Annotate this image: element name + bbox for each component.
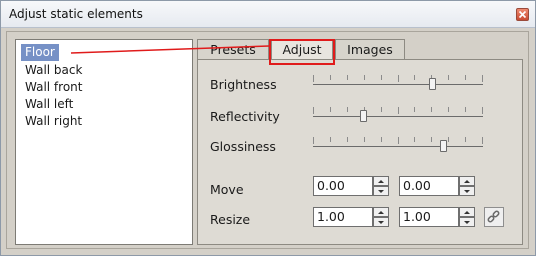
slider-tick bbox=[482, 107, 483, 114]
resize-label: Resize bbox=[210, 212, 251, 227]
resize-x-spinbox[interactable]: 1.00 bbox=[313, 207, 389, 227]
reflectivity-slider[interactable] bbox=[313, 107, 483, 127]
glossiness-slider[interactable] bbox=[313, 137, 483, 157]
slider-tick bbox=[347, 75, 348, 80]
slider-tick bbox=[347, 107, 348, 112]
move-x-spinbox[interactable]: 0.00 bbox=[313, 176, 389, 196]
brightness-label: Brightness bbox=[210, 77, 277, 92]
glossiness-label: Glossiness bbox=[210, 139, 276, 154]
slider-tick bbox=[482, 75, 483, 82]
slider-tick bbox=[448, 107, 449, 112]
resize-y-up-button[interactable] bbox=[459, 207, 475, 217]
reflectivity-label: Reflectivity bbox=[210, 109, 280, 124]
slider-tick bbox=[465, 75, 466, 80]
slider-tick bbox=[398, 75, 399, 82]
slider-tick bbox=[398, 107, 399, 114]
glossiness-thumb[interactable] bbox=[440, 140, 447, 152]
brightness-thumb[interactable] bbox=[429, 78, 436, 90]
slider-tick bbox=[313, 75, 314, 82]
slider-tick bbox=[313, 137, 314, 144]
move-y-up-button[interactable] bbox=[459, 176, 475, 186]
slider-tick bbox=[482, 137, 483, 144]
tab-images[interactable]: Images bbox=[335, 39, 405, 59]
slider-tick bbox=[448, 75, 449, 80]
list-item-wall-left[interactable]: Wall left bbox=[25, 96, 73, 113]
slider-tick bbox=[448, 137, 449, 142]
slider-tick bbox=[431, 137, 432, 142]
slider-tick bbox=[330, 75, 331, 80]
slider-tick bbox=[414, 137, 415, 142]
move-x-up-button[interactable] bbox=[373, 176, 389, 186]
tab-presets[interactable]: Presets bbox=[197, 39, 269, 59]
resize-y-spinbox[interactable]: 1.00 bbox=[399, 207, 475, 227]
slider-tick bbox=[431, 107, 432, 112]
list-item-floor[interactable]: Floor bbox=[21, 44, 59, 61]
move-y-spinbox[interactable]: 0.00 bbox=[399, 176, 475, 196]
slider-tick bbox=[364, 137, 365, 142]
slider-tick bbox=[398, 137, 399, 144]
slider-tick bbox=[313, 107, 314, 114]
resize-y-field[interactable]: 1.00 bbox=[399, 207, 459, 227]
title-bar[interactable]: Adjust static elements bbox=[1, 1, 535, 28]
brightness-slider[interactable] bbox=[313, 75, 483, 95]
move-y-down-button[interactable] bbox=[459, 186, 475, 196]
move-label: Move bbox=[210, 182, 244, 197]
window-title: Adjust static elements bbox=[9, 7, 143, 21]
link-icon[interactable] bbox=[484, 207, 504, 227]
slider-tick bbox=[465, 107, 466, 112]
move-y-field[interactable]: 0.00 bbox=[399, 176, 459, 196]
slider-tick bbox=[414, 75, 415, 80]
list-item-wall-back[interactable]: Wall back bbox=[25, 62, 82, 79]
slider-tick bbox=[330, 137, 331, 142]
resize-x-down-button[interactable] bbox=[373, 217, 389, 227]
dialog-window: Adjust static elements Floor Wall back W… bbox=[0, 0, 536, 256]
move-x-field[interactable]: 0.00 bbox=[313, 176, 373, 196]
list-item-wall-front[interactable]: Wall front bbox=[25, 79, 82, 96]
slider-tick bbox=[381, 107, 382, 112]
list-item-wall-right[interactable]: Wall right bbox=[25, 113, 82, 130]
slider-tick bbox=[381, 75, 382, 80]
slider-tick bbox=[364, 75, 365, 80]
close-icon[interactable] bbox=[516, 8, 529, 21]
slider-tick bbox=[330, 107, 331, 112]
slider-tick bbox=[465, 137, 466, 142]
adjust-tab-highlight bbox=[269, 39, 335, 65]
slider-tick bbox=[381, 137, 382, 142]
slider-tick bbox=[347, 137, 348, 142]
resize-x-up-button[interactable] bbox=[373, 207, 389, 217]
move-x-down-button[interactable] bbox=[373, 186, 389, 196]
slider-tick bbox=[414, 107, 415, 112]
reflectivity-thumb[interactable] bbox=[360, 110, 367, 122]
resize-x-field[interactable]: 1.00 bbox=[313, 207, 373, 227]
resize-y-down-button[interactable] bbox=[459, 217, 475, 227]
